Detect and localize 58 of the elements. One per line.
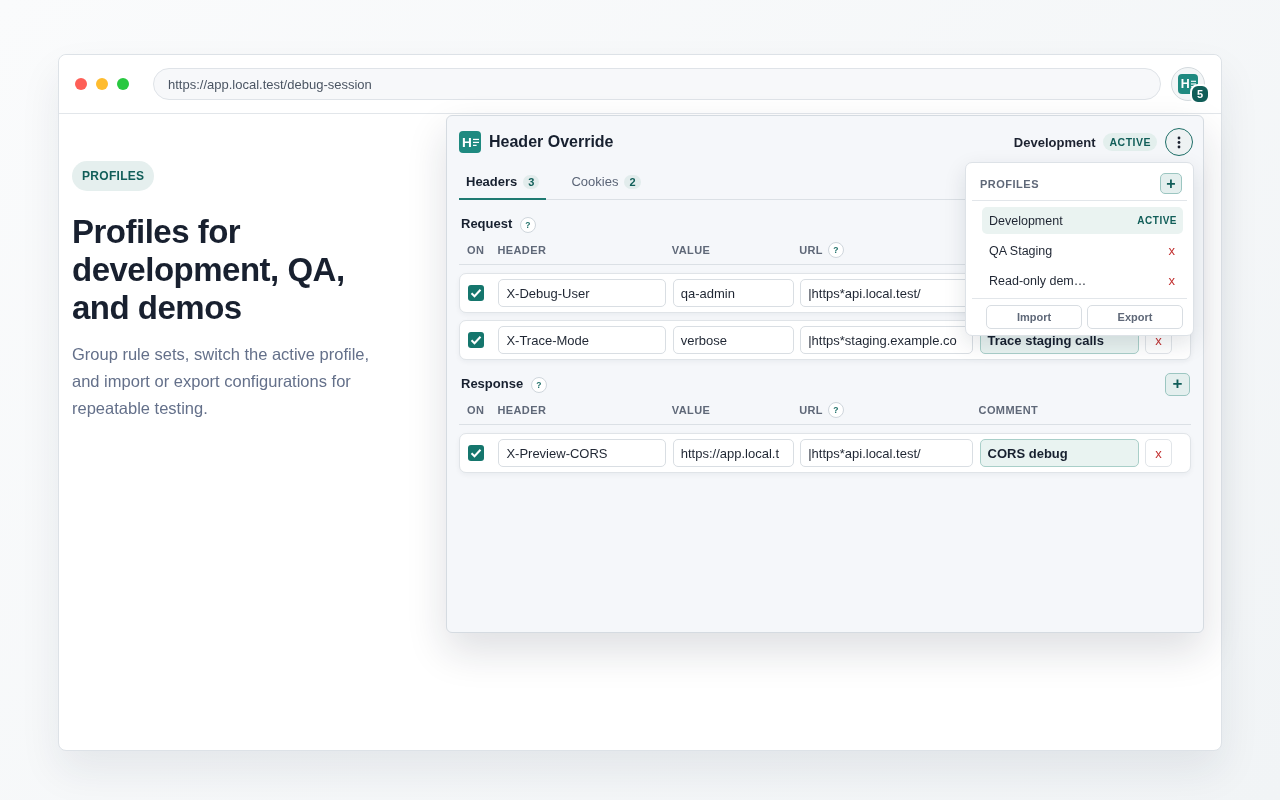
help-icon[interactable]: ? bbox=[828, 242, 844, 258]
help-icon[interactable]: ? bbox=[530, 376, 547, 393]
address-bar[interactable]: https://app.local.test/debug-session bbox=[153, 68, 1161, 100]
count-badge: 2 bbox=[624, 174, 641, 189]
hero-description: Group rule sets, switch the active profile, and import or export configurations for repeatable testing. bbox=[72, 344, 371, 419]
status-label: ACTIVE bbox=[1137, 215, 1177, 226]
value-field[interactable]: https://app.local.t bbox=[672, 439, 794, 467]
section-title: Response bbox=[461, 375, 524, 391]
column-header: ON bbox=[467, 244, 485, 256]
column-header: VALUE bbox=[671, 244, 711, 256]
section-tag: PROFILES bbox=[72, 161, 155, 191]
column-header: HEADER bbox=[497, 404, 547, 416]
active-profile-name: Development bbox=[1013, 134, 1096, 150]
column-header: URL bbox=[799, 404, 823, 416]
help-icon[interactable]: ? bbox=[519, 216, 536, 233]
delete-button[interactable]: x bbox=[1166, 273, 1177, 288]
value-field[interactable]: verbose bbox=[672, 326, 794, 354]
header-field[interactable]: X-Preview-CORS bbox=[498, 439, 667, 467]
add-rule-button[interactable]: + bbox=[1165, 372, 1190, 396]
header-field[interactable]: X-Trace-Mode bbox=[498, 326, 667, 354]
url-field[interactable]: |https*staging.example.co bbox=[800, 326, 974, 354]
column-header: ON bbox=[467, 404, 485, 416]
menu-button[interactable]: Import bbox=[986, 305, 1082, 329]
delete-button[interactable]: x bbox=[1144, 439, 1172, 467]
close-icon[interactable] bbox=[75, 78, 87, 90]
value-field[interactable]: qa-admin bbox=[672, 279, 794, 307]
count-badge: 3 bbox=[523, 174, 540, 189]
comment-field[interactable]: CORS debug bbox=[979, 439, 1139, 467]
more-icon bbox=[1177, 135, 1181, 149]
tab[interactable]: Headers 3 bbox=[459, 168, 547, 200]
help-icon[interactable]: ? bbox=[828, 402, 844, 418]
logo-icon: H bbox=[459, 131, 481, 153]
column-header: URL bbox=[799, 244, 823, 256]
hero-title: Profiles for development, QA, and demos bbox=[72, 213, 346, 327]
checkbox[interactable] bbox=[468, 332, 484, 348]
profile-item[interactable]: Development ACTIVE bbox=[982, 207, 1183, 234]
section-title: Request bbox=[461, 215, 513, 231]
column-header: COMMENT bbox=[978, 404, 1039, 416]
profile-item[interactable]: Read-only dem… x bbox=[982, 267, 1183, 294]
column-header: VALUE bbox=[671, 404, 711, 416]
column-header: HEADER bbox=[497, 244, 547, 256]
profile-name: Development bbox=[989, 213, 1063, 228]
delete-button[interactable]: x bbox=[1166, 243, 1177, 258]
more-menu-button[interactable] bbox=[1165, 128, 1193, 156]
checkbox[interactable] bbox=[468, 285, 484, 301]
header-field[interactable]: X-Debug-User bbox=[498, 279, 667, 307]
add-profile-button[interactable]: + bbox=[1160, 173, 1182, 194]
count-badge: 5 bbox=[1190, 84, 1210, 104]
tab[interactable]: Cookies 2 bbox=[564, 168, 648, 200]
profile-name: QA Staging bbox=[989, 243, 1053, 258]
profile-name: Read-only dem… bbox=[989, 273, 1087, 288]
menu-title: PROFILES bbox=[980, 177, 1039, 190]
url-field[interactable]: |https*api.local.test/ bbox=[800, 439, 974, 467]
checkbox[interactable] bbox=[468, 445, 484, 461]
profile-item[interactable]: QA Staging x bbox=[982, 237, 1183, 264]
menu-button[interactable]: Export bbox=[1087, 305, 1183, 329]
popup-title: Header Override bbox=[489, 133, 615, 151]
status-badge: ACTIVE bbox=[1103, 133, 1157, 151]
